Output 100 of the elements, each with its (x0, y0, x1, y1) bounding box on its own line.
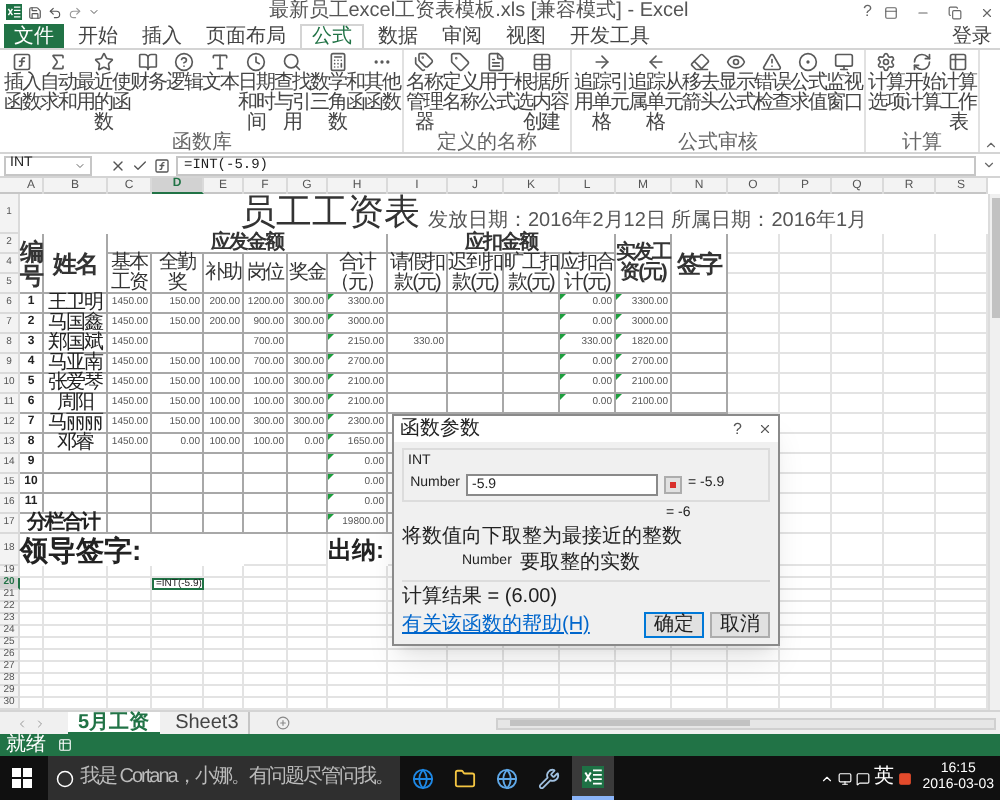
dialog-title: 函数参数 (400, 418, 482, 440)
help-button[interactable]: ? (857, 0, 878, 24)
ribbon-group-label: 函数库 (170, 134, 234, 154)
ribbon-tab[interactable]: 开始 (68, 24, 128, 48)
tray-expand-icon[interactable] (820, 771, 835, 785)
sign-in-link[interactable]: 登录 (952, 26, 996, 48)
dialog-button[interactable]: 取消 (710, 612, 770, 638)
ribbon-button[interactable]: 其他函数 (364, 52, 400, 114)
enter-icon[interactable] (132, 157, 148, 173)
collapse-dialog-icon[interactable] (664, 476, 682, 494)
insert-function-icon[interactable] (154, 157, 170, 173)
wrench-icon[interactable] (538, 767, 561, 789)
ribbon-button[interactable]: 插入函数 (4, 52, 40, 114)
empty-cell (884, 474, 936, 494)
settings-icon (876, 52, 896, 72)
ribbon-button[interactable]: 监视窗口 (826, 52, 862, 114)
ribbon-tab[interactable]: 插入 (132, 24, 192, 48)
sheet-tab[interactable]: 5月工资 (68, 711, 160, 735)
horizontal-scrollbar[interactable] (496, 717, 996, 729)
app-tray-icon[interactable] (898, 771, 913, 785)
empty-cell (204, 494, 244, 514)
expand-icon[interactable] (982, 158, 996, 172)
empty-cell (832, 354, 884, 374)
table-header: 岗位 (244, 254, 288, 294)
close-icon[interactable] (980, 5, 994, 19)
ribbon-tab[interactable]: 开发工具 (560, 24, 660, 48)
search-placeholder: 我是 Cortana，小娜。有问题尽管问我。 (80, 768, 393, 788)
ribbon-tab[interactable]: 视图 (496, 24, 556, 48)
ribbon-button[interactable]: 移去箭头 (682, 52, 718, 114)
ribbon-tab[interactable]: 文件 (4, 24, 64, 48)
ribbon-button[interactable]: 数学和三角函数 (310, 52, 364, 134)
ribbon-button[interactable]: 开始计算 (904, 52, 940, 114)
ribbon-button[interactable]: 定义名称 (442, 52, 478, 114)
empty-cell (884, 334, 936, 354)
ribbon-button[interactable]: 查找与引用 (274, 52, 310, 134)
table-header: 应发金额 (108, 234, 388, 254)
ribbon-button[interactable]: 最近使用的函数 (76, 52, 130, 134)
empty-cell (832, 274, 884, 294)
globe-icon[interactable] (496, 767, 519, 789)
ribbon-button[interactable]: 追踪引用单元格 (574, 52, 628, 134)
ribbon-button[interactable]: 计算工作表 (940, 52, 976, 134)
function-icon (12, 52, 32, 72)
network-icon[interactable] (838, 771, 853, 785)
table-header: 迟到扣款(元) (448, 254, 504, 294)
dialog-button[interactable]: 确定 (644, 612, 704, 638)
windows-start-icon[interactable] (12, 768, 32, 788)
warning-icon (762, 52, 782, 72)
close-icon[interactable] (758, 422, 772, 436)
ribbon-tab[interactable]: 审阅 (432, 24, 492, 48)
undo-icon[interactable] (48, 5, 62, 19)
search-box[interactable]: 我是 Cortana，小娜。有问题尽管问我。 (48, 756, 401, 800)
ribbon-tab[interactable]: 公式 (300, 24, 364, 48)
help-link[interactable]: 有关该函数的帮助(H) (402, 614, 638, 636)
ribbon-button[interactable]: 追踪从属单元格 (628, 52, 682, 134)
ribbon-button[interactable]: 显示公式 (718, 52, 754, 114)
table-cell: 马亚南 (44, 354, 108, 374)
ribbon-tab[interactable]: 页面布局 (196, 24, 296, 48)
empty-cell (832, 334, 884, 354)
taskbar-app-button[interactable] (572, 756, 615, 800)
input-method-indicator[interactable]: 英 (874, 768, 895, 788)
ribbon-display-icon[interactable] (884, 5, 898, 19)
ribbon-button[interactable]: 日期和时间 (238, 52, 274, 134)
ribbon-button[interactable]: 文本 (202, 52, 238, 94)
ribbon-button[interactable]: 用于公式 (478, 52, 514, 114)
redo-icon[interactable] (68, 5, 82, 19)
empty-cell (108, 474, 152, 494)
ribbon-button[interactable]: 计算选项 (868, 52, 904, 114)
table-cell: 马国鑫 (44, 314, 108, 334)
help-button[interactable]: ? (733, 417, 742, 441)
restore-icon[interactable] (948, 5, 962, 19)
message-icon[interactable] (856, 771, 871, 785)
vertical-scrollbar[interactable] (988, 194, 1000, 710)
empty-cell (448, 354, 504, 374)
sheet-title: 员工工资表 (240, 194, 420, 232)
cancel-icon[interactable] (110, 157, 126, 173)
empty-cell (884, 394, 936, 414)
add-sheet-icon[interactable] (276, 716, 291, 730)
ribbon-button[interactable]: 逻辑 (166, 52, 202, 94)
collapse-ribbon-icon[interactable] (984, 138, 998, 152)
empty-cell (884, 314, 936, 334)
sheet-icon[interactable] (58, 738, 72, 752)
table-cell: 马丽丽 (44, 414, 108, 434)
folder-icon[interactable] (454, 767, 477, 789)
table-cell: 张爱琴 (44, 374, 108, 394)
ribbon-button[interactable]: 根据所选内容创建 (514, 52, 568, 134)
empty-cell (884, 354, 936, 374)
ribbon-button[interactable]: 自动求和 (40, 52, 76, 114)
empty-cell (832, 394, 884, 414)
empty-cell (884, 454, 936, 474)
browser-icon[interactable] (412, 767, 435, 789)
ribbon-tab[interactable]: 数据 (368, 24, 428, 48)
ribbon-button[interactable]: 财务 (130, 52, 166, 94)
save-icon[interactable] (28, 5, 42, 19)
ribbon-button[interactable]: 错误检查 (754, 52, 790, 114)
empty-cell (832, 414, 884, 434)
ribbon-button[interactable]: 公式求值 (790, 52, 826, 114)
tags-icon (414, 52, 434, 72)
empty-cell (780, 274, 832, 294)
ribbon-button[interactable]: 名称管理器 (406, 52, 442, 134)
empty-cell (780, 314, 832, 334)
